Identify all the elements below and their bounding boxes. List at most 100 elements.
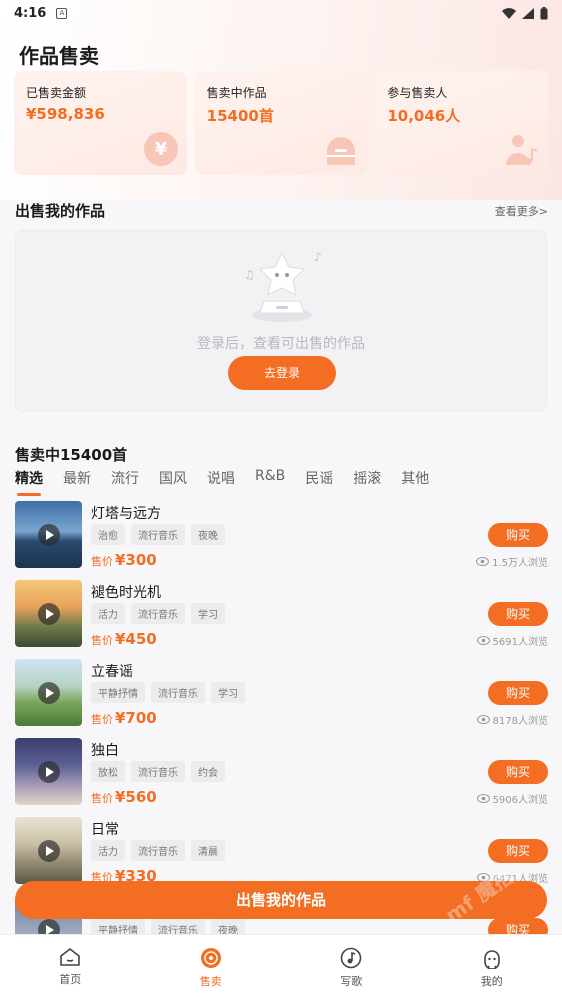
song-row[interactable]: 灯塔与远方 治愈 流行音乐 夜晚 售价 ¥300 购买 1.5万人浏览	[15, 500, 548, 579]
stat-value: ¥598,836	[26, 105, 105, 123]
profile-icon	[483, 950, 500, 969]
song-title: 日常	[91, 822, 119, 838]
empty-star-illustration: ♫ ♪	[244, 250, 322, 322]
genre-tabs: 精选 最新 流行 国风 说唱 R&B 民谣 摇滚 其他	[15, 468, 429, 496]
song-tag: 夜晚	[191, 524, 225, 545]
tab-other[interactable]: 其他	[401, 468, 429, 494]
song-tag: 平静抒情	[91, 682, 145, 703]
svg-text:¥: ¥	[154, 139, 167, 160]
song-title: 独白	[91, 743, 119, 759]
views-text: 1.5万人浏览	[492, 558, 548, 569]
price-label: 售价	[91, 634, 113, 647]
song-price: 售价 ¥300	[91, 551, 157, 569]
tab-guofeng[interactable]: 国风	[159, 468, 187, 494]
buy-button[interactable]: 购买	[488, 760, 548, 784]
status-time: 4:16	[14, 5, 47, 21]
price-value: ¥700	[115, 709, 157, 727]
song-tag: 学习	[211, 682, 245, 703]
tab-rap[interactable]: 说唱	[207, 468, 235, 494]
my-works-header: 出售我的作品 查看更多>	[15, 200, 548, 221]
song-tags: 平静抒情 流行音乐 学习	[91, 682, 245, 703]
stat-value: 15400首	[206, 107, 274, 125]
play-icon[interactable]	[38, 603, 60, 625]
price-value: ¥450	[115, 630, 157, 648]
stat-value: 10,046人	[387, 107, 461, 125]
stat-label: 售卖中作品	[206, 86, 267, 100]
tab-folk[interactable]: 民谣	[305, 468, 333, 494]
vinyl-icon	[200, 948, 221, 968]
stats-row: 已售卖金额 ¥598,836 ¥ 售卖中作品 15400首 参与售卖人 10,0…	[14, 71, 549, 175]
song-row[interactable]: 立春谣 平静抒情 流行音乐 学习 售价 ¥700 购买 8178人浏览	[15, 658, 548, 737]
price-value: ¥300	[115, 551, 157, 569]
views-text: 5691人浏览	[492, 637, 548, 648]
view-count: 8178人浏览	[476, 712, 548, 727]
tab-featured[interactable]: 精选	[15, 468, 43, 496]
view-count: 5906人浏览	[476, 791, 548, 806]
svg-text:♪: ♪	[314, 250, 322, 264]
tab-rnb[interactable]: R&B	[255, 468, 285, 494]
buy-button[interactable]: 购买	[488, 681, 548, 705]
bottom-nav: 首页 售卖 写歌 我的	[0, 934, 562, 999]
buy-button[interactable]: 购买	[488, 839, 548, 863]
buy-button[interactable]: 购买	[488, 523, 548, 547]
price-label: 售价	[91, 792, 113, 805]
song-cover[interactable]	[15, 738, 82, 805]
song-cover[interactable]	[15, 659, 82, 726]
song-title: 褪色时光机	[91, 585, 161, 601]
empty-state-text: 登录后，查看可出售的作品	[197, 336, 365, 352]
tab-latest[interactable]: 最新	[63, 468, 91, 494]
song-price: 售价 ¥700	[91, 709, 157, 727]
view-count: 1.5万人浏览	[476, 554, 548, 569]
play-icon[interactable]	[38, 761, 60, 783]
stat-label: 已售卖金额	[26, 86, 87, 100]
play-icon[interactable]	[38, 682, 60, 704]
nav-label: 首页	[59, 973, 82, 986]
song-row[interactable]: 独白 放松 流行音乐 约会 售价 ¥560 购买 5906人浏览	[15, 737, 548, 816]
home-icon	[60, 948, 81, 966]
tab-pop[interactable]: 流行	[111, 468, 139, 494]
song-cover[interactable]	[15, 501, 82, 568]
nav-sell[interactable]: 售卖	[141, 935, 282, 999]
signal-icon	[522, 7, 534, 19]
status-bar: 4:16 A	[0, 0, 562, 26]
song-title: 灯塔与远方	[91, 506, 161, 522]
login-button[interactable]: 去登录	[228, 356, 336, 390]
stat-card-sold-amount: 已售卖金额 ¥598,836 ¥	[14, 71, 187, 175]
song-row[interactable]: 褪色时光机 活力 流行音乐 学习 售价 ¥450 购买 5691人浏览	[15, 579, 548, 658]
song-tag: 活力	[91, 603, 125, 624]
play-icon[interactable]	[38, 524, 60, 546]
nav-home[interactable]: 首页	[0, 935, 141, 999]
notification-icon: A	[56, 7, 68, 19]
song-tag: 流行音乐	[131, 603, 185, 624]
song-tags: 放松 流行音乐 约会	[91, 761, 225, 782]
song-price: 售价 ¥560	[91, 788, 157, 806]
buy-button[interactable]: 购买	[488, 602, 548, 626]
song-tag: 治愈	[91, 524, 125, 545]
tab-rock[interactable]: 摇滚	[353, 468, 381, 494]
nav-profile[interactable]: 我的	[422, 935, 562, 999]
song-cover[interactable]	[15, 817, 82, 884]
song-title: 立春谣	[91, 664, 133, 680]
sale-count-title: 售卖中15400首	[15, 446, 128, 464]
song-tag: 清晨	[191, 840, 225, 861]
view-more-link[interactable]: 查看更多>	[495, 203, 548, 219]
views-text: 8178人浏览	[492, 716, 548, 727]
page-title: 作品售卖	[19, 44, 99, 68]
song-tag: 流行音乐	[131, 761, 185, 782]
song-tag: 约会	[191, 761, 225, 782]
stat-label: 参与售卖人	[387, 86, 448, 100]
view-count: 5691人浏览	[476, 633, 548, 648]
song-cover[interactable]	[15, 580, 82, 647]
song-tag: 流行音乐	[131, 840, 185, 861]
nav-write[interactable]: 写歌	[281, 935, 422, 999]
eye-icon	[476, 715, 490, 724]
song-tag: 流行音乐	[151, 682, 205, 703]
battery-icon	[540, 6, 548, 19]
views-text: 5906人浏览	[492, 795, 548, 806]
stat-card-participants: 参与售卖人 10,046人	[375, 71, 549, 175]
song-price: 售价 ¥450	[91, 630, 157, 648]
song-tag: 放松	[91, 761, 125, 782]
music-note-icon	[340, 947, 362, 969]
eye-icon	[476, 794, 490, 803]
play-icon[interactable]	[38, 840, 60, 862]
